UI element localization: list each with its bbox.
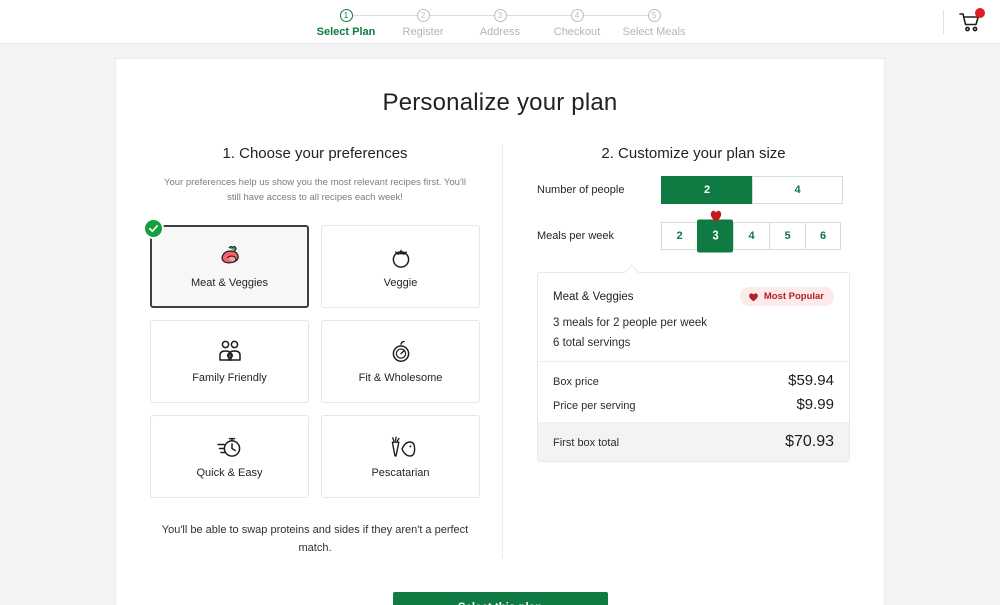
meals-option-5[interactable]: 5 (769, 222, 805, 250)
preference-label: Quick & Easy (196, 467, 263, 480)
step-label-4: Checkout (553, 26, 601, 38)
preference-card-pescatarian[interactable]: Pescatarian (321, 415, 480, 499)
heart-icon (710, 210, 721, 222)
step-register[interactable]: 2 Register (385, 5, 500, 38)
price-breakdown: Box price $59.94 Price per serving $9.99 (538, 361, 849, 422)
step-connector-1 (346, 15, 423, 16)
preference-label: Veggie (383, 277, 418, 290)
price-value: $59.94 (788, 372, 834, 389)
price-row-box-price: Box price $59.94 (553, 372, 834, 389)
plan-summary-card: Meat & Veggies Most Popular 3 meals for … (537, 264, 850, 462)
preference-label: Meat & Veggies (190, 277, 269, 290)
first-box-total-row: First box total $70.93 (538, 422, 849, 461)
summary-header: Meat & Veggies Most Popular 3 meals for … (538, 273, 849, 361)
preference-card-veggie[interactable]: Veggie (321, 225, 480, 309)
meals-per-week-row: Meals per week 2 3 4 5 6 (537, 210, 850, 253)
people-option-2[interactable]: 2 (661, 176, 752, 204)
step-address[interactable]: 3 Address (462, 5, 577, 38)
price-label: Box price (553, 376, 599, 388)
family-icon (216, 339, 244, 365)
people-option-4[interactable]: 4 (752, 176, 843, 204)
preference-label: Fit & Wholesome (358, 372, 443, 385)
total-value: $70.93 (785, 433, 834, 450)
select-this-plan-button[interactable]: Select this plan (392, 591, 608, 605)
fish-carrot-icon (386, 434, 416, 460)
cart-divider (943, 9, 944, 34)
step-label-1: Select Plan (316, 26, 376, 38)
page-title: Personalize your plan (382, 89, 618, 116)
meals-option-4[interactable]: 4 (733, 222, 769, 250)
step-connector-3 (500, 15, 577, 16)
plan-size-section-title: 2. Customize your plan size (601, 145, 786, 162)
preference-card-meat-veggies[interactable]: Meat & Veggies (143, 218, 309, 309)
step-number-1: 1 (339, 9, 353, 22)
number-of-people-selector: 2 4 (661, 176, 843, 204)
summary-header-top: Meat & Veggies Most Popular (553, 287, 834, 306)
cta-area: Select this plan (150, 591, 850, 605)
top-navigation-bar: 1 Select Plan 2 Register 3 Address 4 Che… (0, 0, 1000, 44)
total-label: First box total (553, 437, 620, 449)
summary-plan-name: Meat & Veggies (553, 290, 634, 303)
checkout-progress-stepper: 1 Select Plan 2 Register 3 Address 4 Che… (308, 5, 693, 38)
apple-scale-icon (389, 339, 413, 365)
step-number-4: 4 (570, 9, 584, 22)
preferences-section-title: 1. Choose your preferences (222, 145, 408, 162)
preference-card-quick-easy[interactable]: Quick & Easy (150, 415, 309, 499)
most-popular-badge: Most Popular (739, 287, 834, 306)
steak-icon (216, 244, 244, 270)
preferences-column: 1. Choose your preferences Your preferen… (143, 145, 496, 558)
swap-note: You'll be able to swap proteins and side… (161, 524, 469, 555)
meals-per-week-label: Meals per week (537, 230, 615, 242)
price-label: Price per serving (553, 400, 636, 412)
meals-option-6[interactable]: 6 (805, 222, 841, 250)
cart-count-badge (975, 7, 985, 18)
cart-button[interactable] (958, 7, 985, 34)
preference-card-fit-wholesome[interactable]: Fit & Wholesome (321, 320, 480, 404)
step-label-5: Select Meals (622, 26, 686, 38)
check-icon (149, 225, 158, 233)
step-connector-4 (577, 15, 654, 16)
two-column-layout: 1. Choose your preferences Your preferen… (143, 145, 850, 558)
most-popular-badge-label: Most Popular (763, 291, 824, 302)
step-select-plan[interactable]: 1 Select Plan (308, 5, 423, 38)
summary-meals-line: 3 meals for 2 people per week (553, 317, 708, 329)
selected-check-badge (143, 218, 164, 240)
meals-option-3[interactable]: 3 (697, 210, 733, 253)
column-divider (502, 145, 503, 558)
step-select-meals[interactable]: 5 Select Meals (616, 5, 693, 38)
preference-card-family-friendly[interactable]: Family Friendly (150, 320, 309, 404)
cart-area (943, 0, 985, 43)
number-of-people-label: Number of people (537, 184, 625, 196)
meals-option-2[interactable]: 2 (661, 222, 697, 250)
meals-option-3-label: 3 (712, 228, 719, 244)
preferences-section-subtitle: Your preferences help us show you the mo… (164, 177, 466, 203)
step-checkout[interactable]: 4 Checkout (539, 5, 654, 38)
meals-per-week-selector: 2 3 4 5 6 (661, 210, 841, 253)
number-of-people-row: Number of people 2 4 (537, 176, 850, 204)
price-value: $9.99 (796, 396, 834, 413)
preference-label: Family Friendly (192, 372, 267, 385)
plan-personalization-card: Personalize your plan 1. Choose your pre… (115, 58, 885, 605)
summary-servings-line: 6 total servings (553, 337, 631, 349)
step-number-5: 5 (647, 9, 661, 22)
price-row-per-serving: Price per serving $9.99 (553, 396, 834, 413)
step-number-3: 3 (493, 9, 507, 22)
heart-icon (748, 292, 758, 301)
tomato-icon (389, 244, 413, 270)
preference-label: Pescatarian (371, 467, 430, 480)
step-connector-2 (423, 15, 500, 16)
most-popular-heart-marker (709, 209, 722, 227)
page-body: Personalize your plan 1. Choose your pre… (0, 44, 1000, 605)
step-number-2: 2 (416, 9, 430, 22)
step-label-2: Register (402, 26, 444, 38)
stopwatch-icon (216, 434, 244, 460)
preference-grid: Meat & Veggies Veggie Family Friendly Fi… (143, 218, 480, 499)
plan-size-column: 2. Customize your plan size Number of pe… (509, 145, 850, 558)
step-label-3: Address (479, 26, 521, 38)
